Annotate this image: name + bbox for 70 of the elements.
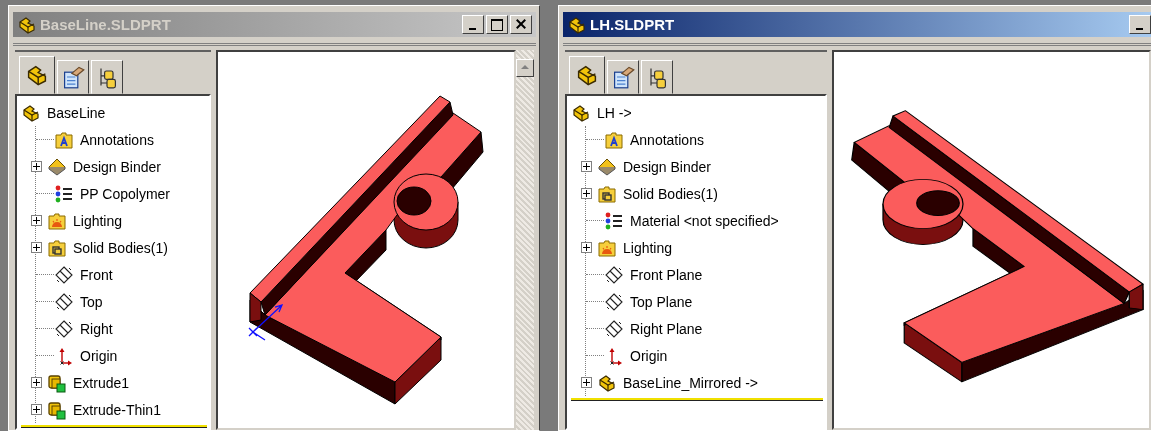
expand-button[interactable]	[581, 161, 592, 172]
tree-item[interactable]: Extrude-Thin1	[73, 401, 161, 418]
expand-button[interactable]	[581, 188, 592, 199]
tree-item[interactable]: Solid Bodies(1)	[73, 239, 168, 256]
part-icon	[575, 63, 599, 87]
tree-item[interactable]: LH ->	[597, 105, 632, 121]
tab[interactable]	[641, 60, 673, 94]
tree-item[interactable]: Material <not specified>	[630, 212, 779, 229]
plane-icon	[604, 291, 624, 312]
plane-icon	[54, 291, 74, 312]
part-icon	[25, 63, 49, 87]
minimize-button[interactable]	[1129, 15, 1151, 34]
expand-button[interactable]	[581, 242, 592, 253]
tree-item[interactable]: Right	[80, 320, 113, 337]
tab[interactable]	[91, 60, 123, 94]
tree-item[interactable]: Origin	[630, 347, 668, 364]
extrude-icon	[47, 399, 67, 420]
expand-button[interactable]	[31, 404, 42, 415]
extrude-icon	[47, 372, 67, 393]
tab[interactable]	[607, 60, 639, 94]
tree-item[interactable]: Extrude1	[73, 374, 130, 391]
expand-button[interactable]	[581, 377, 592, 388]
tree-item[interactable]: Design Binder	[623, 158, 711, 175]
plane-icon	[54, 318, 74, 339]
annotations-folder-icon	[54, 129, 74, 150]
tree-item[interactable]: PP Copolymer	[80, 185, 170, 202]
bodies-folder-icon	[597, 183, 617, 204]
tab[interactable]	[19, 56, 55, 94]
lighting-folder-icon	[47, 210, 67, 231]
expand-button[interactable]	[31, 161, 42, 172]
window-title: LH.SLDPRT	[590, 16, 675, 33]
plane-icon	[54, 264, 74, 285]
tree-item[interactable]: Annotations	[80, 131, 154, 148]
expand-button[interactable]	[31, 377, 42, 388]
binder-icon	[597, 156, 617, 177]
tab[interactable]	[57, 60, 89, 94]
tree-item[interactable]: Solid Bodies(1)	[623, 185, 718, 202]
close-button[interactable]	[510, 15, 532, 34]
material-icon	[54, 183, 74, 204]
annotations-folder-icon	[604, 129, 624, 150]
tree-item[interactable]: Top Plane	[630, 293, 693, 310]
tree-item[interactable]: Front	[80, 266, 113, 283]
tree-item[interactable]: Design Binder	[73, 158, 161, 175]
tree-item[interactable]: Lighting	[73, 212, 123, 229]
minimize-button[interactable]	[462, 15, 484, 34]
window-title: BaseLine.SLDPRT	[40, 16, 171, 33]
expand-button[interactable]	[31, 215, 42, 226]
tree-item[interactable]: Annotations	[630, 131, 704, 148]
part-icon	[21, 103, 41, 123]
tree-item[interactable]: Front Plane	[630, 266, 703, 283]
document-icon	[61, 65, 85, 89]
maximize-button[interactable]	[486, 15, 508, 34]
material-icon	[604, 210, 624, 231]
expand-button[interactable]	[31, 242, 42, 253]
tree-item[interactable]: Lighting	[623, 239, 673, 256]
binder-icon	[47, 156, 67, 177]
tree-item[interactable]: BaseLine_Mirrored ->	[623, 374, 758, 391]
tree-item[interactable]: Right Plane	[630, 320, 703, 337]
tree-item[interactable]: BaseLine	[47, 105, 106, 121]
scroll-up-button[interactable]	[516, 59, 534, 77]
tab[interactable]	[569, 56, 605, 94]
plane-icon	[604, 264, 624, 285]
bodies-folder-icon	[47, 237, 67, 258]
lighting-folder-icon	[597, 237, 617, 258]
plane-icon	[604, 318, 624, 339]
tree-item[interactable]: Origin	[80, 347, 118, 364]
document-icon	[611, 65, 635, 89]
scrollbar[interactable]	[516, 50, 534, 430]
tree-item[interactable]: Top	[80, 293, 103, 310]
part-icon	[571, 103, 591, 123]
